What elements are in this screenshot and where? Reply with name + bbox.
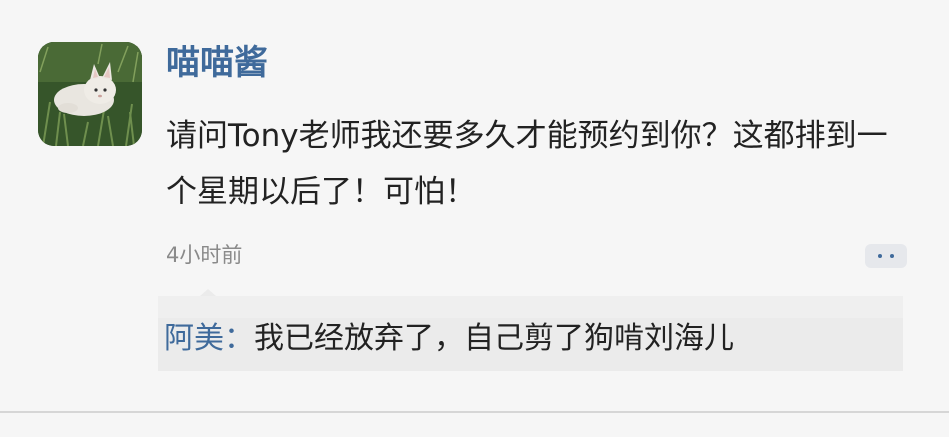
comment-card: 喵喵酱 请问Tony老师我还要多久才能预约到你？这都排到一个星期以后了！可怕！ … [0,0,949,437]
username[interactable]: 喵喵酱 [166,38,268,88]
more-options-button[interactable] [865,244,907,268]
reply-author[interactable]: 阿美 [164,321,224,356]
reply-separator: ： [224,321,254,356]
cat-on-grass-avatar-icon [38,42,142,146]
reply-box: 阿美：我已经放弃了，自己剪了狗啃刘海儿 [158,289,903,371]
timestamp: 4小时前 [166,243,243,267]
avatar[interactable] [38,42,142,146]
reply-item[interactable]: 阿美：我已经放弃了，自己剪了狗啃刘海儿 [164,318,734,360]
divider [0,411,949,413]
reply-arrow-icon [200,289,216,296]
reply-text: 我已经放弃了，自己剪了狗啃刘海儿 [254,321,734,356]
comment-text: 请问Tony老师我还要多久才能预约到你？这都排到一个星期以后了！可怕！ [166,118,888,210]
